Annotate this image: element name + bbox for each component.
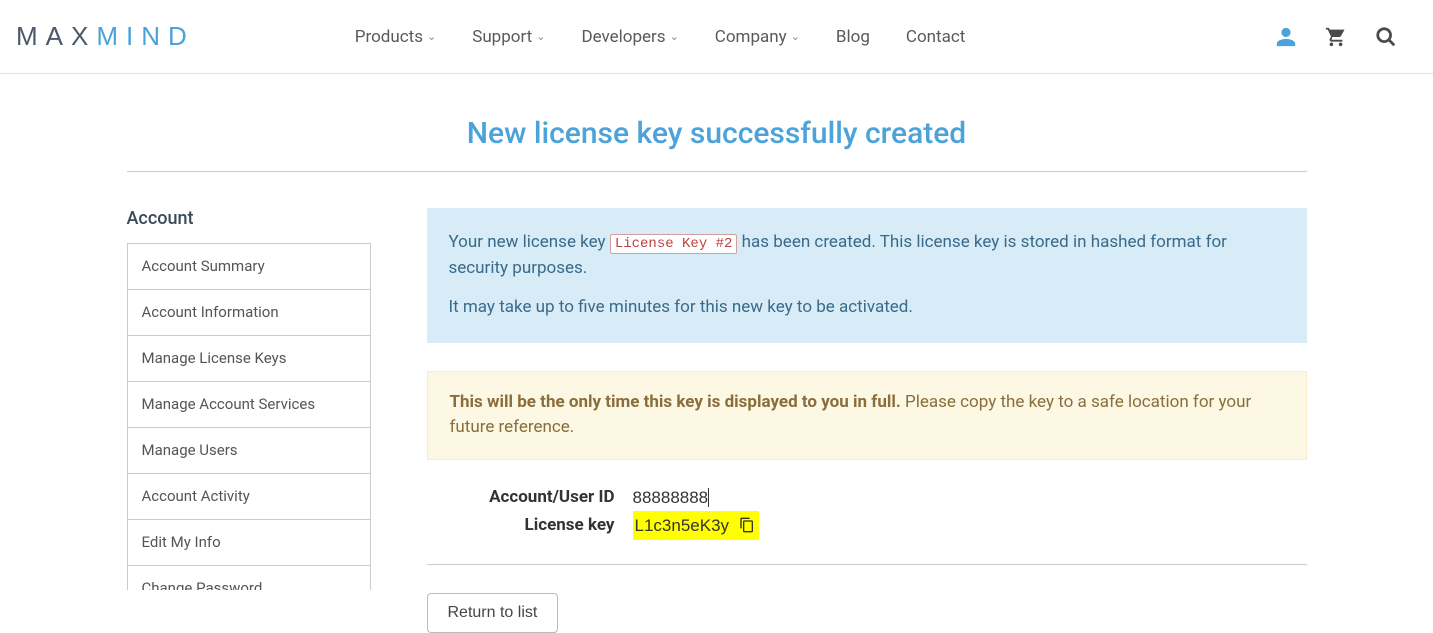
license-key-value: L1c3n5eK3y <box>635 512 730 539</box>
nav-developers[interactable]: Developers ⌄ <box>581 27 678 47</box>
chevron-down-icon: ⌄ <box>791 30 800 43</box>
main-column: Your new license key License Key #2 has … <box>427 208 1307 633</box>
detail-row-license: License key L1c3n5eK3y <box>427 511 1307 540</box>
sidebar-item-change-password[interactable]: Change Password <box>128 566 370 590</box>
sidebar-heading: Account <box>127 208 371 229</box>
sidebar-item-account-information[interactable]: Account Information <box>128 290 370 336</box>
sidebar-item-account-summary[interactable]: Account Summary <box>128 244 370 290</box>
account-id-label: Account/User ID <box>427 484 633 511</box>
sidebar-list: Account Summary Account Information Mana… <box>127 243 371 590</box>
info-box: Your new license key License Key #2 has … <box>427 208 1307 343</box>
warning-box: This will be the only time this key is d… <box>427 371 1307 460</box>
license-key-name-tag: License Key #2 <box>610 234 738 254</box>
nav-company[interactable]: Company ⌄ <box>715 27 800 47</box>
nav-support[interactable]: Support ⌄ <box>472 27 545 47</box>
sidebar-item-account-activity[interactable]: Account Activity <box>128 474 370 520</box>
chevron-down-icon: ⌄ <box>536 30 545 43</box>
logo-part-mind: MIND <box>96 21 194 51</box>
copy-icon[interactable] <box>739 517 755 533</box>
detail-row-account: Account/User ID 88888888 <box>427 484 1307 511</box>
info-line-2: It may take up to five minutes for this … <box>449 295 1285 321</box>
warning-bold: This will be the only time this key is d… <box>450 392 901 412</box>
sidebar: Account Account Summary Account Informat… <box>127 208 371 633</box>
nav-support-label: Support <box>472 27 532 47</box>
content-area: New license key successfully created Acc… <box>127 116 1307 633</box>
site-header: MAXMIND Products ⌄ Support ⌄ Developers … <box>0 0 1433 74</box>
account-id-value: 88888888 <box>633 484 710 511</box>
nav-contact-label: Contact <box>906 27 965 47</box>
nav-blog-label: Blog <box>836 27 870 47</box>
cart-icon[interactable] <box>1325 26 1347 48</box>
account-id-text: 88888888 <box>633 488 710 507</box>
search-icon[interactable] <box>1375 26 1397 48</box>
logo[interactable]: MAXMIND <box>16 21 195 52</box>
license-key-label: License key <box>427 512 633 539</box>
nav-developers-label: Developers <box>581 27 665 47</box>
page-title: New license key successfully created <box>127 116 1307 172</box>
header-icons <box>1275 26 1417 48</box>
return-to-list-button[interactable]: Return to list <box>427 593 559 633</box>
license-key-highlight: L1c3n5eK3y <box>633 511 760 540</box>
chevron-down-icon: ⌄ <box>427 30 436 43</box>
sidebar-item-edit-my-info[interactable]: Edit My Info <box>128 520 370 566</box>
nav-products[interactable]: Products ⌄ <box>355 27 436 47</box>
sidebar-item-manage-license-keys[interactable]: Manage License Keys <box>128 336 370 382</box>
license-key-value-container: L1c3n5eK3y <box>633 511 760 540</box>
info-text-1a: Your new license key <box>449 232 610 252</box>
user-icon[interactable] <box>1275 26 1297 48</box>
info-line-1: Your new license key License Key #2 has … <box>449 230 1285 281</box>
nav-products-label: Products <box>355 27 423 47</box>
nav-blog[interactable]: Blog <box>836 27 870 47</box>
sidebar-item-manage-account-services[interactable]: Manage Account Services <box>128 382 370 428</box>
license-details: Account/User ID 88888888 License key L1c… <box>427 484 1307 565</box>
nav-company-label: Company <box>715 27 787 47</box>
sidebar-item-manage-users[interactable]: Manage Users <box>128 428 370 474</box>
nav-contact[interactable]: Contact <box>906 27 965 47</box>
chevron-down-icon: ⌄ <box>670 30 679 43</box>
logo-part-max: MAX <box>16 21 96 51</box>
main-nav: Products ⌄ Support ⌄ Developers ⌄ Compan… <box>355 27 966 47</box>
columns: Account Account Summary Account Informat… <box>127 208 1307 633</box>
